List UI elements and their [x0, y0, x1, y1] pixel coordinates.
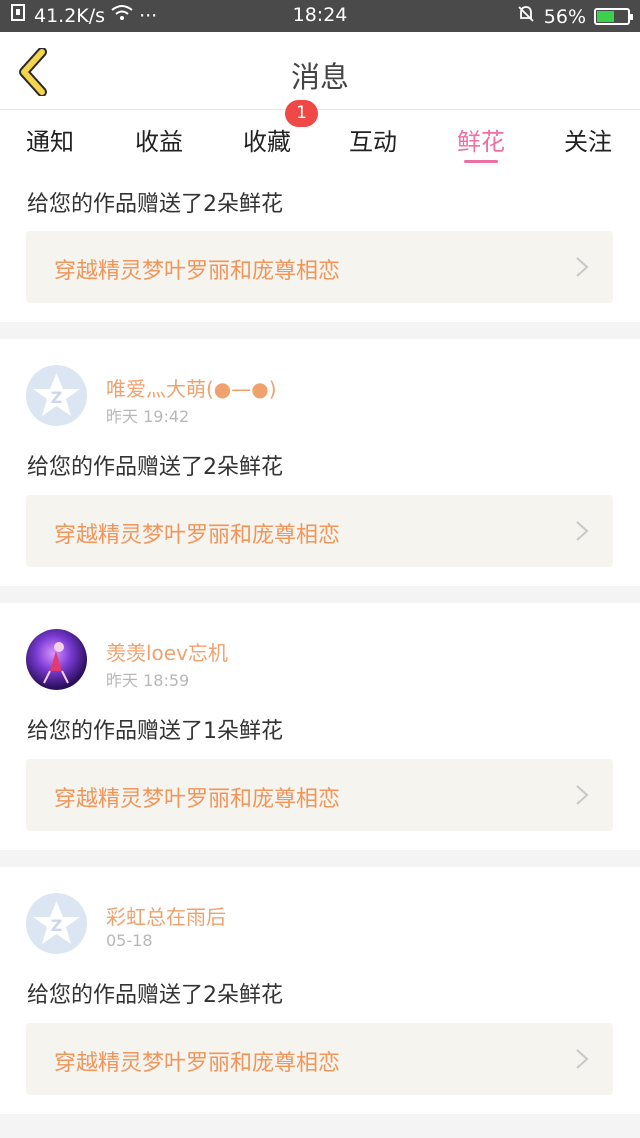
work-link[interactable]: 穿越精灵梦叶罗丽和庞尊相恋 [26, 495, 613, 567]
work-title: 穿越精灵梦叶罗丽和庞尊相恋 [54, 1051, 341, 1076]
tab-follow[interactable]: 关注 [543, 122, 633, 157]
work-link[interactable]: 穿越精灵梦叶罗丽和庞尊相恋 [26, 1023, 613, 1095]
user-photo-icon [43, 642, 69, 684]
chevron-right-icon [576, 1049, 589, 1069]
mute-bell-icon [516, 4, 536, 29]
work-link[interactable]: 穿越精灵梦叶罗丽和庞尊相恋 [26, 231, 613, 303]
tab-interaction[interactable]: 互动 [328, 122, 418, 157]
tab-flowers[interactable]: 鲜花 [436, 122, 526, 163]
list-item: Z 唯爱灬大萌(●—●) 昨天 19:42 给您的作品赠送了2朵鲜花 穿越精灵梦… [0, 339, 640, 586]
avatar[interactable]: Z [26, 893, 87, 954]
svg-text:Z: Z [51, 916, 63, 935]
timestamp: 昨天 19:42 [106, 407, 190, 426]
work-link[interactable]: 穿越精灵梦叶罗丽和庞尊相恋 [26, 759, 613, 831]
work-title: 穿越精灵梦叶罗丽和庞尊相恋 [54, 259, 341, 284]
timestamp: 05-18 [106, 931, 153, 950]
page-title: 消息 [290, 60, 349, 94]
message-text: 给您的作品赠送了2朵鲜花 [27, 983, 283, 1008]
favorites-badge: 1 [285, 100, 318, 127]
tab-notice[interactable]: 通知 [5, 122, 95, 157]
default-star-avatar-icon: Z [33, 373, 80, 416]
list-item: Z 彩虹总在雨后 05-18 给您的作品赠送了2朵鲜花 穿越精灵梦叶罗丽和庞尊相… [0, 867, 640, 1114]
work-title: 穿越精灵梦叶罗丽和庞尊相恋 [54, 523, 341, 548]
avatar[interactable] [26, 629, 87, 690]
battery-icon [594, 8, 633, 25]
default-star-avatar-icon: Z [33, 901, 80, 944]
svg-text:Z: Z [51, 388, 63, 407]
tab-flowers-label: 鲜花 [457, 128, 505, 156]
message-text: 给您的作品赠送了1朵鲜花 [27, 719, 283, 744]
status-bar: 41.2K/s ··· 18:24 56% [0, 0, 640, 32]
username[interactable]: 羡羡loev忘机 [106, 637, 228, 666]
tab-bar: 通知 收益 收藏 互动 鲜花 关注 [0, 110, 640, 170]
battery-percent: 56% [543, 5, 586, 28]
message-text: 给您的作品赠送了2朵鲜花 [27, 455, 283, 480]
list-item: 给您的作品赠送了2朵鲜花 穿越精灵梦叶罗丽和庞尊相恋 [0, 170, 640, 322]
avatar[interactable]: Z [26, 365, 87, 426]
timestamp: 昨天 18:59 [106, 671, 190, 690]
message-text: 给您的作品赠送了2朵鲜花 [27, 192, 283, 217]
chevron-right-icon [576, 785, 589, 805]
tab-earnings[interactable]: 收益 [114, 122, 204, 157]
list-item: 羡羡loev忘机 昨天 18:59 给您的作品赠送了1朵鲜花 穿越精灵梦叶罗丽和… [0, 603, 640, 850]
chevron-right-icon [576, 257, 589, 277]
username[interactable]: 唯爱灬大萌(●—●) [106, 373, 277, 402]
chevron-right-icon [576, 521, 589, 541]
username[interactable]: 彩虹总在雨后 [106, 901, 226, 930]
tab-favorites[interactable]: 收藏 [222, 122, 312, 157]
active-tab-indicator [464, 160, 498, 163]
header-bar: 消息 [0, 32, 640, 110]
work-title: 穿越精灵梦叶罗丽和庞尊相恋 [54, 787, 341, 812]
